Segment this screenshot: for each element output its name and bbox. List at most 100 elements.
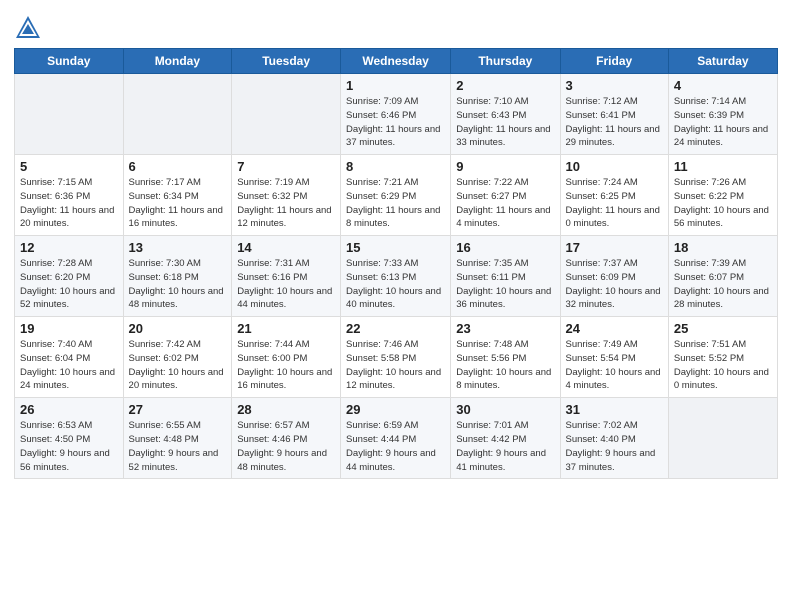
page: SundayMondayTuesdayWednesdayThursdayFrid… xyxy=(0,0,792,612)
day-info: Sunrise: 7:48 AM Sunset: 5:56 PM Dayligh… xyxy=(456,338,554,393)
day-info: Sunrise: 7:39 AM Sunset: 6:07 PM Dayligh… xyxy=(674,257,772,312)
day-number: 19 xyxy=(20,321,118,336)
day-number: 14 xyxy=(237,240,335,255)
calendar-cell: 1 Sunrise: 7:09 AM Sunset: 6:46 PM Daylig… xyxy=(341,74,451,155)
calendar-cell: 6 Sunrise: 7:17 AM Sunset: 6:34 PM Daylig… xyxy=(123,155,232,236)
calendar-cell: 30Sunrise: 7:01 AM Sunset: 4:42 PM Dayli… xyxy=(451,398,560,479)
day-info: Sunrise: 7:31 AM Sunset: 6:16 PM Dayligh… xyxy=(237,257,335,312)
day-number: 27 xyxy=(129,402,227,417)
calendar-cell: 18Sunrise: 7:39 AM Sunset: 6:07 PM Dayli… xyxy=(668,236,777,317)
day-info: Sunrise: 7:28 AM Sunset: 6:20 PM Dayligh… xyxy=(20,257,118,312)
day-info: Sunrise: 6:55 AM Sunset: 4:48 PM Dayligh… xyxy=(129,419,227,474)
calendar-cell: 23 Sunrise: 7:48 AM Sunset: 5:56 PM Dayli… xyxy=(451,317,560,398)
calendar-cell: 10Sunrise: 7:24 AM Sunset: 6:25 PM Dayli… xyxy=(560,155,668,236)
day-info: Sunrise: 7:17 AM Sunset: 6:34 PM Dayligh… xyxy=(129,176,227,231)
calendar-week-4: 19 Sunrise: 7:40 AM Sunset: 6:04 PM Dayli… xyxy=(15,317,778,398)
day-number: 23 xyxy=(456,321,554,336)
calendar-cell: 22 Sunrise: 7:46 AM Sunset: 5:58 PM Dayli… xyxy=(341,317,451,398)
calendar-cell: 21 Sunrise: 7:44 AM Sunset: 6:00 PM Dayli… xyxy=(232,317,341,398)
day-info: Sunrise: 7:46 AM Sunset: 5:58 PM Dayligh… xyxy=(346,338,445,393)
calendar-cell: 12 Sunrise: 7:28 AM Sunset: 6:20 PM Dayli… xyxy=(15,236,124,317)
day-info: Sunrise: 7:30 AM Sunset: 6:18 PM Dayligh… xyxy=(129,257,227,312)
day-number: 7 xyxy=(237,159,335,174)
day-info: Sunrise: 7:09 AM Sunset: 6:46 PM Dayligh… xyxy=(346,95,445,150)
calendar-cell: 7 Sunrise: 7:19 AM Sunset: 6:32 PM Daylig… xyxy=(232,155,341,236)
calendar-cell: 24 Sunrise: 7:49 AM Sunset: 5:54 PM Dayli… xyxy=(560,317,668,398)
day-number: 28 xyxy=(237,402,335,417)
day-info: Sunrise: 7:35 AM Sunset: 6:11 PM Dayligh… xyxy=(456,257,554,312)
calendar-cell: 17Sunrise: 7:37 AM Sunset: 6:09 PM Dayli… xyxy=(560,236,668,317)
calendar-week-1: 1 Sunrise: 7:09 AM Sunset: 6:46 PM Daylig… xyxy=(15,74,778,155)
day-number: 4 xyxy=(674,78,772,93)
day-number: 22 xyxy=(346,321,445,336)
calendar-cell: 27 Sunrise: 6:55 AM Sunset: 4:48 PM Dayli… xyxy=(123,398,232,479)
calendar-cell: 19 Sunrise: 7:40 AM Sunset: 6:04 PM Dayli… xyxy=(15,317,124,398)
calendar-cell: 29 Sunrise: 6:59 AM Sunset: 4:44 PM Dayli… xyxy=(341,398,451,479)
calendar-header-thursday: Thursday xyxy=(451,49,560,74)
calendar-header-row: SundayMondayTuesdayWednesdayThursdayFrid… xyxy=(15,49,778,74)
calendar: SundayMondayTuesdayWednesdayThursdayFrid… xyxy=(14,48,778,479)
calendar-cell xyxy=(668,398,777,479)
day-info: Sunrise: 7:51 AM Sunset: 5:52 PM Dayligh… xyxy=(674,338,772,393)
calendar-cell: 2 Sunrise: 7:10 AM Sunset: 6:43 PM Daylig… xyxy=(451,74,560,155)
day-number: 31 xyxy=(566,402,663,417)
calendar-cell xyxy=(232,74,341,155)
header xyxy=(14,10,778,42)
day-info: Sunrise: 7:12 AM Sunset: 6:41 PM Dayligh… xyxy=(566,95,663,150)
calendar-cell: 4Sunrise: 7:14 AM Sunset: 6:39 PM Daylig… xyxy=(668,74,777,155)
day-info: Sunrise: 7:22 AM Sunset: 6:27 PM Dayligh… xyxy=(456,176,554,231)
calendar-header-saturday: Saturday xyxy=(668,49,777,74)
calendar-cell: 16 Sunrise: 7:35 AM Sunset: 6:11 PM Dayli… xyxy=(451,236,560,317)
day-number: 12 xyxy=(20,240,118,255)
calendar-cell: 31 Sunrise: 7:02 AM Sunset: 4:40 PM Dayli… xyxy=(560,398,668,479)
day-info: Sunrise: 6:59 AM Sunset: 4:44 PM Dayligh… xyxy=(346,419,445,474)
day-info: Sunrise: 6:53 AM Sunset: 4:50 PM Dayligh… xyxy=(20,419,118,474)
calendar-header-wednesday: Wednesday xyxy=(341,49,451,74)
day-info: Sunrise: 7:40 AM Sunset: 6:04 PM Dayligh… xyxy=(20,338,118,393)
day-number: 15 xyxy=(346,240,445,255)
day-number: 1 xyxy=(346,78,445,93)
calendar-week-2: 5 Sunrise: 7:15 AM Sunset: 6:36 PM Daylig… xyxy=(15,155,778,236)
calendar-cell: 15 Sunrise: 7:33 AM Sunset: 6:13 PM Dayli… xyxy=(341,236,451,317)
day-info: Sunrise: 7:44 AM Sunset: 6:00 PM Dayligh… xyxy=(237,338,335,393)
day-info: Sunrise: 7:02 AM Sunset: 4:40 PM Dayligh… xyxy=(566,419,663,474)
calendar-cell: 3 Sunrise: 7:12 AM Sunset: 6:41 PM Daylig… xyxy=(560,74,668,155)
calendar-cell xyxy=(15,74,124,155)
day-number: 2 xyxy=(456,78,554,93)
calendar-cell: 28 Sunrise: 6:57 AM Sunset: 4:46 PM Dayli… xyxy=(232,398,341,479)
logo-icon xyxy=(14,14,42,42)
day-info: Sunrise: 7:21 AM Sunset: 6:29 PM Dayligh… xyxy=(346,176,445,231)
day-number: 6 xyxy=(129,159,227,174)
day-number: 30 xyxy=(456,402,554,417)
day-info: Sunrise: 6:57 AM Sunset: 4:46 PM Dayligh… xyxy=(237,419,335,474)
calendar-header-tuesday: Tuesday xyxy=(232,49,341,74)
day-info: Sunrise: 7:10 AM Sunset: 6:43 PM Dayligh… xyxy=(456,95,554,150)
calendar-cell: 8Sunrise: 7:21 AM Sunset: 6:29 PM Daylig… xyxy=(341,155,451,236)
day-number: 3 xyxy=(566,78,663,93)
calendar-cell: 13 Sunrise: 7:30 AM Sunset: 6:18 PM Dayli… xyxy=(123,236,232,317)
day-number: 24 xyxy=(566,321,663,336)
calendar-cell: 5 Sunrise: 7:15 AM Sunset: 6:36 PM Daylig… xyxy=(15,155,124,236)
day-number: 20 xyxy=(129,321,227,336)
day-number: 13 xyxy=(129,240,227,255)
calendar-cell: 25 Sunrise: 7:51 AM Sunset: 5:52 PM Dayli… xyxy=(668,317,777,398)
day-number: 5 xyxy=(20,159,118,174)
calendar-week-5: 26Sunrise: 6:53 AM Sunset: 4:50 PM Dayli… xyxy=(15,398,778,479)
day-info: Sunrise: 7:19 AM Sunset: 6:32 PM Dayligh… xyxy=(237,176,335,231)
day-number: 29 xyxy=(346,402,445,417)
calendar-header-monday: Monday xyxy=(123,49,232,74)
day-info: Sunrise: 7:42 AM Sunset: 6:02 PM Dayligh… xyxy=(129,338,227,393)
day-info: Sunrise: 7:26 AM Sunset: 6:22 PM Dayligh… xyxy=(674,176,772,231)
logo xyxy=(14,14,46,42)
day-info: Sunrise: 7:33 AM Sunset: 6:13 PM Dayligh… xyxy=(346,257,445,312)
calendar-cell: 20 Sunrise: 7:42 AM Sunset: 6:02 PM Dayli… xyxy=(123,317,232,398)
calendar-cell xyxy=(123,74,232,155)
day-info: Sunrise: 7:24 AM Sunset: 6:25 PM Dayligh… xyxy=(566,176,663,231)
day-info: Sunrise: 7:15 AM Sunset: 6:36 PM Dayligh… xyxy=(20,176,118,231)
calendar-cell: 9Sunrise: 7:22 AM Sunset: 6:27 PM Daylig… xyxy=(451,155,560,236)
day-number: 25 xyxy=(674,321,772,336)
day-info: Sunrise: 7:49 AM Sunset: 5:54 PM Dayligh… xyxy=(566,338,663,393)
day-number: 16 xyxy=(456,240,554,255)
day-info: Sunrise: 7:37 AM Sunset: 6:09 PM Dayligh… xyxy=(566,257,663,312)
day-number: 21 xyxy=(237,321,335,336)
